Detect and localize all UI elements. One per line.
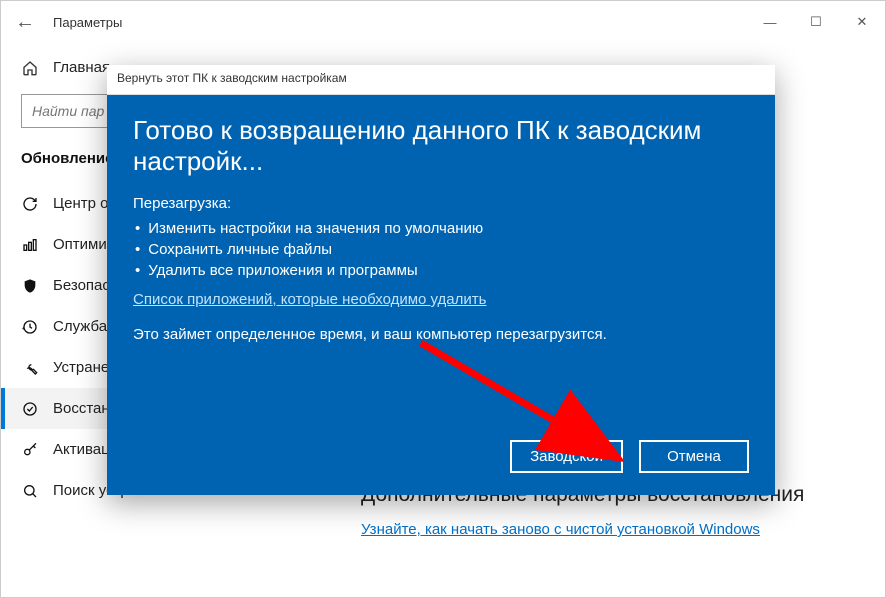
sidebar-home-label: Главная <box>53 59 110 76</box>
chart-icon <box>21 237 39 253</box>
cancel-button[interactable]: Отмена <box>639 440 749 473</box>
sidebar-item-label: Восстан <box>53 400 110 417</box>
window-title: Параметры <box>53 15 122 30</box>
reset-dialog: Вернуть этот ПК к заводским настройкам Г… <box>107 65 775 495</box>
home-icon <box>21 60 39 76</box>
dialog-bullet: Сохранить личные файлы <box>133 239 749 260</box>
dialog-button-row: Заводской Отмена <box>510 440 749 473</box>
sidebar-item-label: Устране <box>53 359 109 376</box>
dialog-bullet: Изменить настройки на значения по умолча… <box>133 218 749 239</box>
clean-install-link[interactable]: Узнайте, как начать заново с чистой уста… <box>361 521 760 538</box>
sidebar-item-label: Безопас <box>53 277 110 294</box>
window-titlebar: ← Параметры — ☐ ✕ <box>1 1 885 43</box>
dialog-note: Это займет определенное время, и ваш ком… <box>133 326 749 343</box>
sync-icon <box>21 196 39 212</box>
sidebar-item-label: Оптими <box>53 236 107 253</box>
location-icon <box>21 483 39 499</box>
close-button[interactable]: ✕ <box>839 6 885 38</box>
history-icon <box>21 319 39 335</box>
window-controls: — ☐ ✕ <box>747 6 885 38</box>
shield-icon <box>21 278 39 294</box>
dialog-reload-label: Перезагрузка: <box>133 195 749 212</box>
apps-to-remove-link[interactable]: Список приложений, которые необходимо уд… <box>133 291 486 308</box>
dialog-heading: Готово к возвращению данного ПК к заводс… <box>133 115 749 177</box>
back-icon[interactable]: ← <box>15 11 35 34</box>
key-icon <box>21 442 39 458</box>
wrench-icon <box>21 360 39 376</box>
maximize-button[interactable]: ☐ <box>793 6 839 38</box>
recovery-icon <box>21 401 39 417</box>
dialog-body: Готово к возвращению данного ПК к заводс… <box>107 95 775 495</box>
factory-reset-button[interactable]: Заводской <box>510 440 623 473</box>
dialog-bullet: Удалить все приложения и программы <box>133 260 749 281</box>
dialog-titlebar: Вернуть этот ПК к заводским настройкам <box>107 65 775 95</box>
minimize-button[interactable]: — <box>747 6 793 38</box>
sidebar-item-label: Служба <box>53 318 107 335</box>
sidebar-item-label: Центр о <box>53 195 108 212</box>
dialog-bullet-list: Изменить настройки на значения по умолча… <box>133 218 749 281</box>
